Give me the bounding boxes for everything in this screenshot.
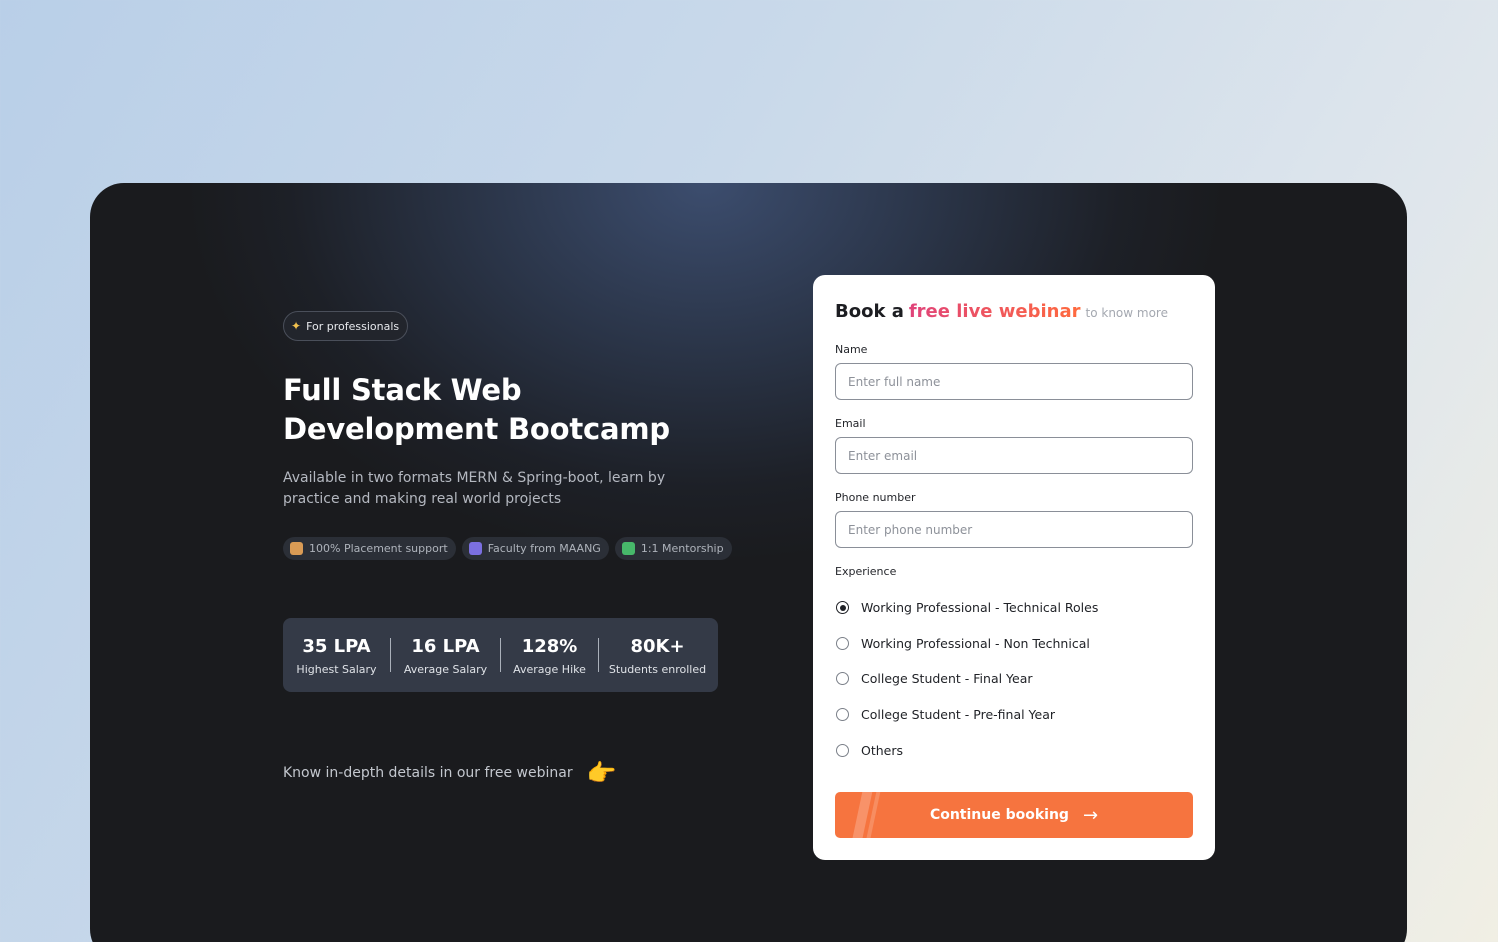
webinar-prompt-text: Know in-depth details in our free webina… [283,765,573,781]
experience-option-label: College Student - Pre-final Year [861,707,1056,723]
stat-label: Students enrolled [608,662,707,676]
radio-icon[interactable] [836,636,849,650]
webinar-prompt: Know in-depth details in our free webina… [283,761,616,785]
chip-label: 100% Placement support [309,542,448,555]
experience-option-final-year[interactable]: College Student - Final Year [835,661,1193,697]
page-title: Full Stack Web Development Bootcamp [283,371,703,449]
stat-value: 16 LPA [411,635,480,657]
experience-option-label: Working Professional - Technical Roles [861,600,1099,616]
name-input[interactable] [835,363,1193,400]
form-heading: Book a free live webinar to know more [835,301,1193,322]
name-label: Name [835,343,868,356]
chat-icon [621,542,635,555]
stat-label: Average Salary [403,662,488,676]
radio-selected-icon[interactable] [836,601,849,615]
form-heading-prefix: Book a [835,301,904,322]
phone-input[interactable] [835,511,1193,548]
audience-badge-label: For professionals [306,319,400,333]
title-line-2: Development Bootcamp [283,412,670,446]
stat-average-hike: 128% Average Hike [501,635,598,676]
stat-average-salary: 16 LPA Average Salary [391,635,500,676]
radio-icon[interactable] [836,672,849,686]
stat-students-enrolled: 80K+ Students enrolled [599,635,716,676]
stat-value: 35 LPA [302,635,371,657]
radio-icon[interactable] [836,708,849,722]
radio-icon[interactable] [836,743,849,757]
continue-booking-button[interactable]: Continue booking → [835,792,1193,838]
chip-label: Faculty from MAANG [487,542,601,555]
course-description: Available in two formats MERN & Spring-b… [283,470,666,507]
experience-option-label: College Student - Final Year [861,671,1033,687]
stats-panel: 35 LPA Highest Salary 16 LPA Average Sal… [283,618,718,692]
stat-label: Average Hike [513,662,586,676]
bootcamp-card: ✦ For professionals Full Stack Web Devel… [90,183,1407,942]
stat-label: Highest Salary [296,662,377,676]
stat-highest-salary: 35 LPA Highest Salary [283,635,390,676]
arrow-right-icon: → [1082,804,1099,826]
feature-chips: 100% Placement support Faculty from MAAN… [283,537,732,560]
continue-booking-label: Continue booking [929,807,1069,823]
stat-value: 80K+ [630,635,685,657]
email-input[interactable] [835,437,1193,474]
chip-mentorship: 1:1 Mentorship [614,537,732,560]
pointing-hand-icon: 👉 [586,759,617,787]
experience-option-technical[interactable]: Working Professional - Technical Roles [835,590,1193,626]
chip-placement: 100% Placement support [283,537,456,560]
experience-radio-group: Working Professional - Technical Roles W… [835,590,1193,768]
email-label: Email [835,417,866,430]
experience-option-non-technical[interactable]: Working Professional - Non Technical [835,626,1193,662]
experience-option-label: Working Professional - Non Technical [861,635,1090,651]
chip-label: 1:1 Mentorship [640,542,724,555]
chip-faculty: Faculty from MAANG [461,537,609,560]
title-line-1: Full Stack Web [283,373,522,407]
form-heading-highlight: free live webinar [908,301,1081,322]
experience-option-pre-final-year[interactable]: College Student - Pre-final Year [835,697,1193,733]
audience-badge: ✦ For professionals [283,311,409,341]
briefcase-icon [290,542,303,555]
booking-form: Book a free live webinar to know more Na… [813,275,1215,860]
sparkle-icon: ✦ [291,319,302,333]
stat-value: 128% [521,635,578,657]
experience-option-label: Others [861,742,904,758]
graduation-cap-icon [468,542,482,555]
phone-label: Phone number [835,491,916,504]
experience-option-others[interactable]: Others [835,732,1193,768]
form-heading-suffix: to know more [1085,306,1168,320]
experience-label: Experience [835,565,897,578]
